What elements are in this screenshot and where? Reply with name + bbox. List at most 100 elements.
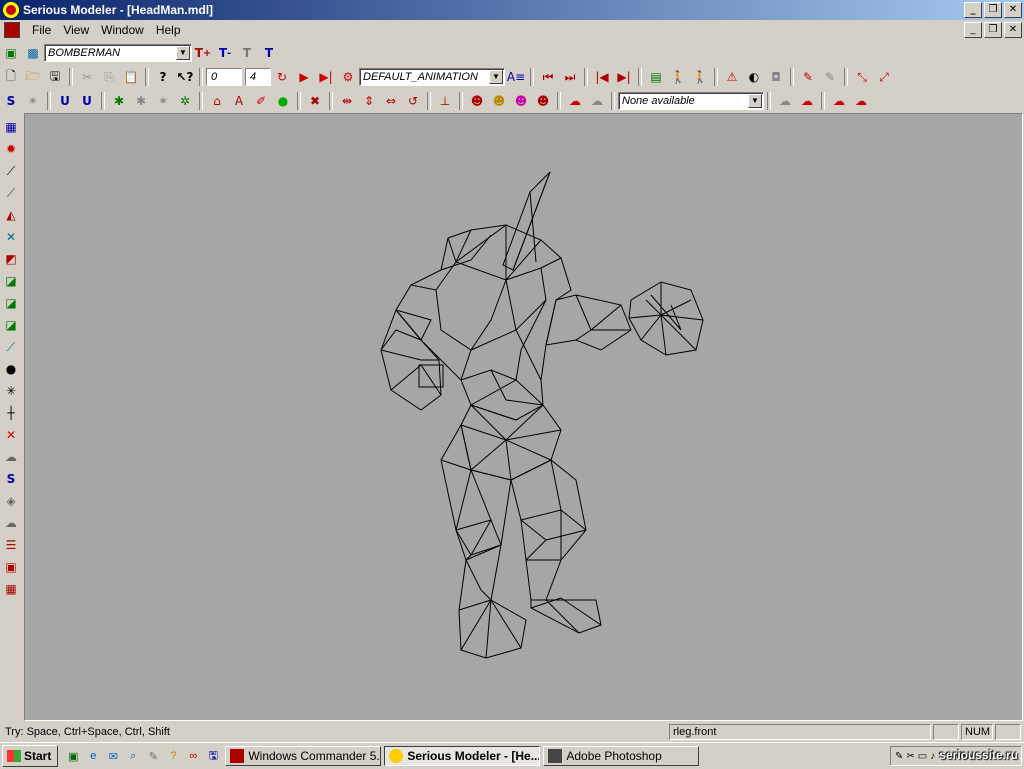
loop-icon[interactable]: ↻: [272, 67, 292, 87]
menu-view[interactable]: View: [57, 23, 95, 37]
cloud-gray-icon[interactable]: ☁: [587, 91, 607, 111]
doc-close-button[interactable]: ✕: [1004, 22, 1022, 38]
texture-prev-icon[interactable]: T: [237, 43, 257, 63]
walk-alt-icon[interactable]: 🚶: [690, 67, 710, 87]
wire-off-icon[interactable]: ⤢: [874, 67, 894, 87]
paint-icon[interactable]: ✐: [251, 91, 271, 111]
point-icon[interactable]: ●: [1, 359, 21, 379]
collision-red-icon[interactable]: ☁: [797, 91, 817, 111]
color-wheel-icon[interactable]: ●: [273, 91, 293, 111]
mesh-f-icon[interactable]: ◭: [1, 205, 21, 225]
burst-icon[interactable]: ✹: [1, 139, 21, 159]
collision-combo[interactable]: None available ▼: [618, 92, 764, 110]
mapping-a-icon[interactable]: U: [55, 91, 75, 111]
open-folder-icon[interactable]: 🗁: [23, 67, 43, 87]
surface-icon[interactable]: S: [1, 91, 21, 111]
mesh-h-icon[interactable]: ⟋: [1, 183, 21, 203]
document-icon[interactable]: [4, 21, 20, 38]
render-icon[interactable]: ◘: [766, 67, 786, 87]
copy-icon[interactable]: ⎘: [99, 67, 119, 87]
sphere-icon[interactable]: ◐: [744, 67, 764, 87]
delete-icon[interactable]: ✖: [305, 91, 325, 111]
axis-icon[interactable]: ⊥: [435, 91, 455, 111]
mirror-b-icon[interactable]: ⇔: [381, 91, 401, 111]
task-serious-modeler[interactable]: Serious Modeler - [He...: [384, 746, 541, 766]
tool-icon[interactable]: ✂: [906, 751, 914, 762]
blob-icon[interactable]: ☁: [1, 447, 21, 467]
timeline-icon[interactable]: ▤: [646, 67, 666, 87]
surface-list-icon[interactable]: S: [1, 469, 21, 489]
mesh-r-icon[interactable]: ◩: [1, 249, 21, 269]
figure-d-icon[interactable]: ☻: [533, 91, 553, 111]
restore-button[interactable]: ❐: [984, 2, 1002, 18]
save-icon[interactable]: 🖫: [45, 67, 65, 87]
house-icon[interactable]: ⌂: [207, 91, 227, 111]
remove-texture-icon[interactable]: T-: [215, 43, 235, 63]
menu-help[interactable]: Help: [150, 23, 187, 37]
collision-gray-icon[interactable]: ☁: [775, 91, 795, 111]
texture-next-icon[interactable]: T: [259, 43, 279, 63]
collision-add-icon[interactable]: ☁: [829, 91, 849, 111]
search-icon[interactable]: ⌕: [124, 747, 142, 765]
image-icon[interactable]: ▩: [23, 43, 43, 63]
mesh-edit-icon[interactable]: ⟋: [1, 161, 21, 181]
last-anim-icon[interactable]: ⏭: [560, 67, 580, 87]
shape-icon[interactable]: ◈: [1, 491, 21, 511]
text-tool-icon[interactable]: A: [229, 91, 249, 111]
play-icon[interactable]: ▶: [294, 67, 314, 87]
link-icon[interactable]: ∞: [184, 747, 202, 765]
minimize-button[interactable]: _: [964, 2, 982, 18]
volume-icon[interactable]: ♪: [930, 751, 935, 762]
chevron-down-icon[interactable]: ▼: [176, 46, 190, 60]
figure-a-icon[interactable]: ☻: [467, 91, 487, 111]
crosshair-icon[interactable]: ┼: [1, 403, 21, 423]
rotate-icon[interactable]: ↺: [403, 91, 423, 111]
start-button[interactable]: Start: [2, 745, 59, 767]
mesh-rff-icon[interactable]: ◪: [1, 315, 21, 335]
light-off-icon[interactable]: ✎: [820, 67, 840, 87]
frame-start-field[interactable]: 0: [206, 68, 242, 86]
skin-gray-icon[interactable]: ✱: [131, 91, 151, 111]
anim-edit-icon[interactable]: A≡: [506, 67, 526, 87]
help-icon[interactable]: ?: [153, 67, 173, 87]
flag-icon[interactable]: ▦: [1, 117, 21, 137]
pencil-icon[interactable]: ✎: [895, 751, 903, 762]
first-anim-icon[interactable]: ⏮: [538, 67, 558, 87]
prev-frame-icon[interactable]: |◀: [592, 67, 612, 87]
desktop-icon[interactable]: ▣: [64, 747, 82, 765]
chevron-down-icon[interactable]: ▼: [489, 70, 503, 84]
blob2-icon[interactable]: ☁: [1, 513, 21, 533]
figure-b-icon[interactable]: ☻: [489, 91, 509, 111]
task-windows-commander[interactable]: Windows Commander 5....: [225, 746, 382, 766]
menu-file[interactable]: File: [26, 23, 57, 37]
mesh-t-icon[interactable]: ⟋: [1, 337, 21, 357]
menu-window[interactable]: Window: [95, 23, 150, 37]
mirror-h-icon[interactable]: ⇹: [337, 91, 357, 111]
spark-icon[interactable]: ✴: [23, 91, 43, 111]
star-icon[interactable]: ✶: [153, 91, 173, 111]
mesh-n-icon[interactable]: ✕: [1, 227, 21, 247]
task-photoshop[interactable]: Adobe Photoshop: [543, 746, 700, 766]
cloud-red-icon[interactable]: ☁: [565, 91, 585, 111]
cross-red-icon[interactable]: ✕: [1, 425, 21, 445]
light-icon[interactable]: ✎: [798, 67, 818, 87]
collision-remove-icon[interactable]: ☁: [851, 91, 871, 111]
notepad-icon[interactable]: ✎: [144, 747, 162, 765]
new-file-icon[interactable]: 🗋: [1, 67, 21, 87]
wire-on-icon[interactable]: ⤡: [852, 67, 872, 87]
next-frame-icon[interactable]: ▶|: [614, 67, 634, 87]
play-frame-icon[interactable]: ▶|: [316, 67, 336, 87]
project-combo[interactable]: BOMBERMAN ▼: [44, 44, 192, 62]
floppy-icon[interactable]: 🖫: [204, 747, 222, 765]
monitor-icon[interactable]: ▭: [918, 751, 927, 762]
model-viewport[interactable]: [24, 113, 1023, 721]
spider-icon[interactable]: ✳: [1, 381, 21, 401]
mesh-rn-icon[interactable]: ◪: [1, 293, 21, 313]
figure-c-icon[interactable]: ☻: [511, 91, 531, 111]
outlook-icon[interactable]: ✉: [104, 747, 122, 765]
help-icon[interactable]: ?: [164, 747, 182, 765]
internet-explorer-icon[interactable]: e: [84, 747, 102, 765]
animation-combo[interactable]: DEFAULT_ANIMATION ▼: [359, 68, 505, 86]
walk-icon[interactable]: 🚶: [668, 67, 688, 87]
doc-minimize-button[interactable]: _: [964, 22, 982, 38]
